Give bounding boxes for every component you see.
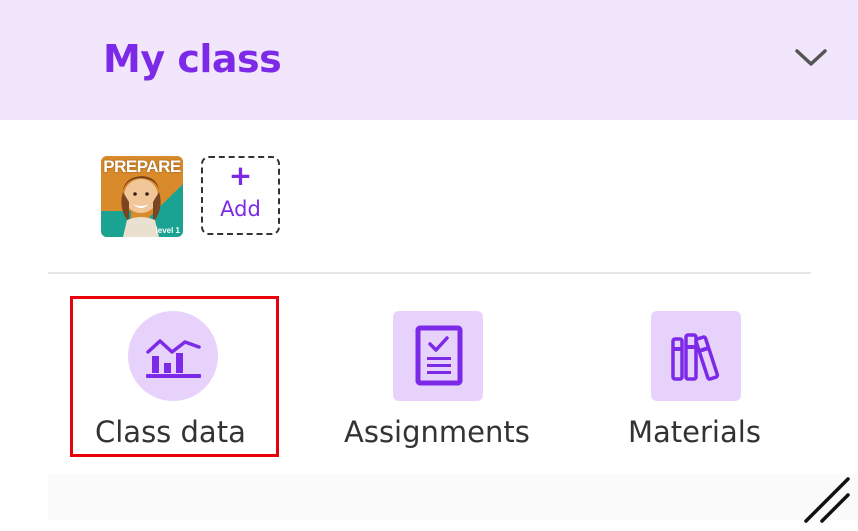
page-title: My class <box>103 37 282 81</box>
book-cover-thumbnail[interactable]: PREPARE level 1 <box>101 156 183 237</box>
nav-label-materials: Materials <box>628 415 761 449</box>
plus-icon: + <box>228 159 253 192</box>
nav-label-assignments: Assignments <box>344 415 530 449</box>
section-divider <box>48 272 811 274</box>
icon-container <box>393 311 483 401</box>
nav-item-materials[interactable]: Materials <box>620 306 780 452</box>
class-header: My class <box>0 0 858 120</box>
nav-item-assignments[interactable]: Assignments <box>340 306 540 452</box>
chevron-down-icon[interactable] <box>792 42 830 74</box>
resize-grip-icon[interactable] <box>800 473 852 525</box>
icon-container <box>651 311 741 401</box>
books-icon <box>671 333 720 381</box>
bottom-strip <box>48 474 858 520</box>
clipboard-check-icon <box>415 325 463 386</box>
book-brand: PREPARE <box>103 157 181 176</box>
add-label: Add <box>220 197 261 221</box>
add-material-button[interactable]: + Add <box>201 156 280 235</box>
book-level: level 1 <box>155 226 180 235</box>
selection-highlight <box>70 296 279 457</box>
